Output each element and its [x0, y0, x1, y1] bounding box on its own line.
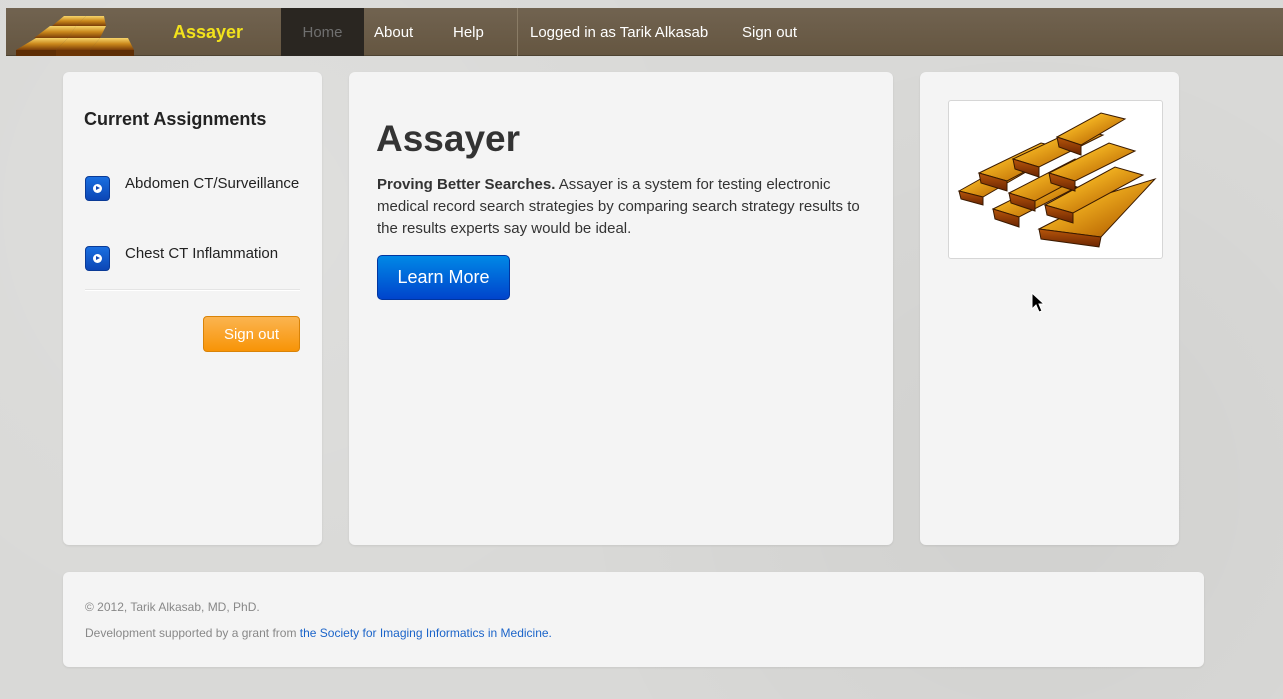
nav-home-tab[interactable]: Home	[281, 8, 364, 56]
brand-link[interactable]: Assayer	[173, 22, 243, 43]
assignment-item[interactable]: Abdomen CT/Surveillance	[85, 173, 305, 201]
arrow-circle-right-icon[interactable]	[85, 176, 110, 201]
gold-bars-image	[948, 100, 1163, 259]
arrow-circle-right-icon[interactable]	[85, 246, 110, 271]
top-navbar: Assayer Home About Help Logged in as Tar…	[6, 8, 1283, 56]
assignment-label[interactable]: Abdomen CT/Surveillance	[125, 173, 305, 195]
assignments-heading: Current Assignments	[84, 109, 267, 129]
copyright-text: © 2012, Tarik Alkasab, MD, PhD.	[85, 600, 260, 614]
sign-out-button[interactable]: Sign out	[203, 316, 300, 352]
page-title: Assayer	[376, 118, 521, 159]
nav-divider	[517, 8, 518, 56]
sidebar-divider	[85, 289, 300, 291]
assignment-label[interactable]: Chest CT Inflammation	[125, 243, 305, 265]
nav-about-link[interactable]: About	[374, 8, 413, 56]
support-prefix: Development supported by a grant from	[85, 626, 300, 640]
siim-link[interactable]: the Society for Imaging Informatics in M…	[300, 626, 552, 640]
image-panel	[920, 72, 1179, 545]
learn-more-button[interactable]: Learn More	[377, 255, 510, 300]
hero-tagline: Proving Better Searches.	[377, 176, 556, 193]
footer: © 2012, Tarik Alkasab, MD, PhD. Developm…	[63, 572, 1204, 667]
nav-sign-out-link[interactable]: Sign out	[742, 8, 797, 56]
logged-in-text: Logged in as Tarik Alkasab	[530, 23, 709, 41]
mouse-cursor-icon	[1031, 291, 1046, 319]
nav-help-link[interactable]: Help	[453, 8, 484, 56]
gold-bars-logo-icon[interactable]	[16, 8, 136, 56]
hero-description: Proving Better Searches. Assayer is a sy…	[377, 174, 877, 240]
hero-panel: Assayer Proving Better Searches. Assayer…	[349, 72, 893, 545]
assignment-item[interactable]: Chest CT Inflammation	[85, 243, 305, 271]
support-text: Development supported by a grant from th…	[85, 626, 552, 640]
assignments-panel: Current Assignments Abdomen CT/Surveilla…	[63, 72, 322, 545]
